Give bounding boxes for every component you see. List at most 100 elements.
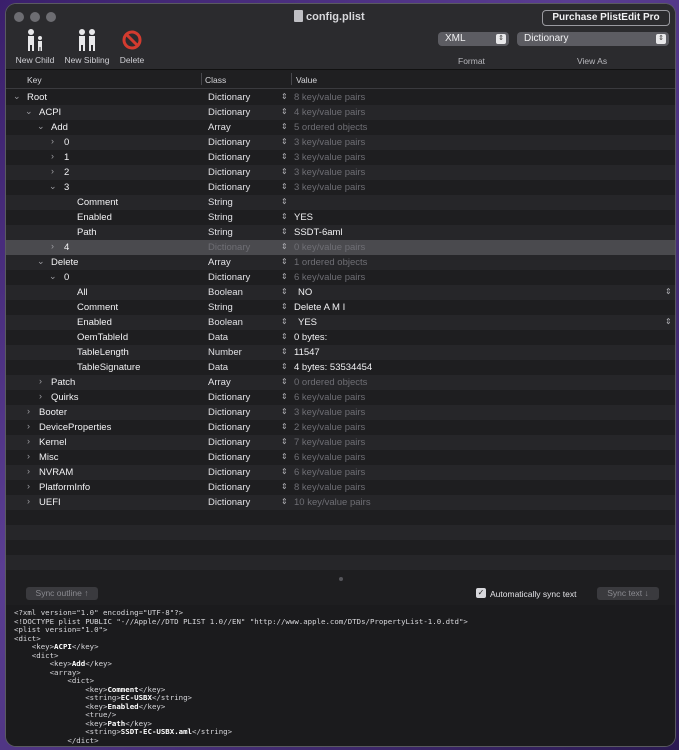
- table-row[interactable]: ⌄ Delete Array ⇕ 1 ordered objects: [6, 255, 675, 270]
- chevron-updown-icon[interactable]: ⇕: [281, 422, 288, 431]
- chevron-right-icon[interactable]: ›: [39, 376, 42, 386]
- chevron-updown-icon[interactable]: ⇕: [281, 347, 288, 356]
- chevron-updown-icon[interactable]: ⇕: [281, 107, 288, 116]
- new-sibling-button[interactable]: New Sibling: [62, 28, 112, 65]
- row-class[interactable]: Array: [208, 257, 231, 268]
- table-row[interactable]: › Patch Array ⇕ 0 ordered objects: [6, 375, 675, 390]
- chevron-updown-icon[interactable]: ⇕: [281, 452, 288, 461]
- row-class[interactable]: Dictionary: [208, 452, 250, 463]
- table-row[interactable]: › Kernel Dictionary ⇕ 7 key/value pairs: [6, 435, 675, 450]
- chevron-updown-icon[interactable]: ⇕: [281, 302, 288, 311]
- column-divider[interactable]: [201, 73, 202, 85]
- close-window-button[interactable]: [14, 12, 24, 22]
- sync-text-button[interactable]: Sync text ↓: [597, 587, 659, 600]
- table-row[interactable]: Comment String ⇕: [6, 195, 675, 210]
- column-divider[interactable]: [291, 73, 292, 85]
- chevron-right-icon[interactable]: ›: [27, 496, 30, 506]
- chevron-updown-icon[interactable]: ⇕: [281, 467, 288, 476]
- row-value[interactable]: YES: [294, 212, 313, 223]
- chevron-updown-icon[interactable]: ⇕: [665, 317, 672, 326]
- table-row[interactable]: › Misc Dictionary ⇕ 6 key/value pairs: [6, 450, 675, 465]
- table-row[interactable]: › 2 Dictionary ⇕ 3 key/value pairs: [6, 165, 675, 180]
- row-value[interactable]: 4 bytes: 53534454: [294, 362, 372, 373]
- row-class[interactable]: Dictionary: [208, 497, 250, 508]
- row-class[interactable]: Boolean: [208, 287, 243, 298]
- chevron-updown-icon[interactable]: ⇕: [281, 257, 288, 266]
- row-class[interactable]: Number: [208, 347, 242, 358]
- chevron-right-icon[interactable]: ›: [27, 421, 30, 431]
- chevron-down-icon[interactable]: ⌄: [13, 91, 21, 102]
- chevron-updown-icon[interactable]: ⇕: [281, 392, 288, 401]
- chevron-updown-icon[interactable]: ⇕: [281, 122, 288, 131]
- chevron-right-icon[interactable]: ›: [51, 166, 54, 176]
- chevron-updown-icon[interactable]: ⇕: [281, 272, 288, 281]
- table-row[interactable]: Enabled Boolean ⇕ YES ⇕: [6, 315, 675, 330]
- row-class[interactable]: Dictionary: [208, 137, 250, 148]
- chevron-down-icon[interactable]: ⌄: [37, 256, 45, 267]
- row-class[interactable]: Data: [208, 332, 228, 343]
- row-class[interactable]: Array: [208, 122, 231, 133]
- chevron-updown-icon[interactable]: ⇕: [281, 167, 288, 176]
- chevron-right-icon[interactable]: ›: [51, 136, 54, 146]
- column-header-value[interactable]: Value: [296, 75, 317, 85]
- table-row-selected[interactable]: › 4 Dictionary ⇕ 0 key/value pairs: [6, 240, 675, 255]
- table-row[interactable]: › 0 Dictionary ⇕ 3 key/value pairs: [6, 135, 675, 150]
- row-class[interactable]: Dictionary: [208, 407, 250, 418]
- table-row[interactable]: › DeviceProperties Dictionary ⇕ 2 key/va…: [6, 420, 675, 435]
- xml-source-editor[interactable]: <?xml version="1.0" encoding="UTF-8"?> <…: [6, 605, 675, 746]
- chevron-updown-icon[interactable]: ⇕: [281, 437, 288, 446]
- table-row[interactable]: Comment String ⇕ Delete A M I: [6, 300, 675, 315]
- row-class[interactable]: Boolean: [208, 317, 243, 328]
- chevron-down-icon[interactable]: ⌄: [49, 181, 57, 192]
- row-class[interactable]: Dictionary: [208, 152, 250, 163]
- row-class[interactable]: Dictionary: [208, 392, 250, 403]
- table-row[interactable]: › UEFI Dictionary ⇕ 10 key/value pairs: [6, 495, 675, 510]
- chevron-right-icon[interactable]: ›: [51, 241, 54, 251]
- table-row[interactable]: ⌄ Add Array ⇕ 5 ordered objects: [6, 120, 675, 135]
- chevron-updown-icon[interactable]: ⇕: [281, 332, 288, 341]
- row-class[interactable]: Dictionary: [208, 482, 250, 493]
- column-header-class[interactable]: Class: [205, 75, 226, 85]
- table-row[interactable]: › NVRAM Dictionary ⇕ 6 key/value pairs: [6, 465, 675, 480]
- chevron-down-icon[interactable]: ⌄: [25, 106, 33, 117]
- row-class[interactable]: Dictionary: [208, 107, 250, 118]
- row-class[interactable]: String: [208, 302, 233, 313]
- table-row[interactable]: Path String ⇕ SSDT-6aml: [6, 225, 675, 240]
- auto-sync-checkbox[interactable]: ✓: [476, 588, 486, 598]
- column-header-key[interactable]: Key: [27, 75, 42, 85]
- chevron-updown-icon[interactable]: ⇕: [281, 482, 288, 491]
- view-as-select[interactable]: Dictionary ⇕: [517, 32, 669, 46]
- row-value[interactable]: SSDT-6aml: [294, 227, 343, 238]
- chevron-updown-icon[interactable]: ⇕: [281, 362, 288, 371]
- chevron-updown-icon[interactable]: ⇕: [281, 212, 288, 221]
- table-row[interactable]: Enabled String ⇕ YES: [6, 210, 675, 225]
- table-row[interactable]: ⌄ 0 Dictionary ⇕ 6 key/value pairs: [6, 270, 675, 285]
- row-value[interactable]: YES: [298, 317, 317, 328]
- split-view-divider[interactable]: [6, 575, 675, 584]
- row-class[interactable]: Dictionary: [208, 272, 250, 283]
- chevron-updown-icon[interactable]: ⇕: [281, 242, 288, 251]
- format-select[interactable]: XML ⇕: [438, 32, 509, 46]
- row-class[interactable]: Dictionary: [208, 437, 250, 448]
- chevron-down-icon[interactable]: ⌄: [49, 271, 57, 282]
- table-row[interactable]: › 1 Dictionary ⇕ 3 key/value pairs: [6, 150, 675, 165]
- row-class[interactable]: Dictionary: [208, 467, 250, 478]
- chevron-right-icon[interactable]: ›: [27, 436, 30, 446]
- table-row[interactable]: › Booter Dictionary ⇕ 3 key/value pairs: [6, 405, 675, 420]
- chevron-updown-icon[interactable]: ⇕: [281, 92, 288, 101]
- chevron-updown-icon[interactable]: ⇕: [281, 137, 288, 146]
- chevron-updown-icon[interactable]: ⇕: [281, 317, 288, 326]
- chevron-updown-icon[interactable]: ⇕: [281, 407, 288, 416]
- table-row[interactable]: All Boolean ⇕ NO ⇕: [6, 285, 675, 300]
- chevron-right-icon[interactable]: ›: [27, 466, 30, 476]
- sync-outline-button[interactable]: Sync outline ↑: [26, 587, 98, 600]
- delete-button[interactable]: Delete: [107, 28, 157, 65]
- row-value[interactable]: Delete A M I: [294, 302, 345, 313]
- row-class[interactable]: String: [208, 227, 233, 238]
- chevron-updown-icon[interactable]: ⇕: [281, 152, 288, 161]
- chevron-updown-icon[interactable]: ⇕: [281, 497, 288, 506]
- table-row[interactable]: › PlatformInfo Dictionary ⇕ 8 key/value …: [6, 480, 675, 495]
- purchase-button[interactable]: Purchase PlistEdit Pro: [542, 10, 670, 26]
- table-row[interactable]: TableSignature Data ⇕ 4 bytes: 53534454: [6, 360, 675, 375]
- new-child-button[interactable]: New Child: [10, 28, 60, 65]
